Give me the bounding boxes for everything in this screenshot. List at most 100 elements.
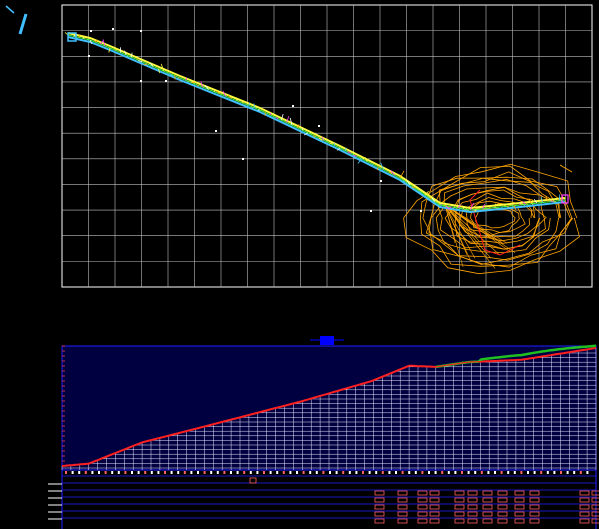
band-marker xyxy=(520,471,523,474)
band-marker xyxy=(447,471,450,474)
band-marker xyxy=(183,471,186,474)
plan-view xyxy=(61,4,593,288)
band-marker xyxy=(78,471,81,474)
band-marker xyxy=(375,471,378,474)
survey-point xyxy=(242,158,244,160)
band-marker xyxy=(494,471,496,474)
band-annotation xyxy=(454,518,465,524)
band-marker xyxy=(203,471,206,474)
band-marker xyxy=(421,471,424,474)
survey-point xyxy=(140,30,142,32)
survey-point xyxy=(370,210,372,212)
band-marker xyxy=(454,471,457,474)
band-marker xyxy=(65,471,67,474)
band-marker xyxy=(579,471,582,474)
band-annotation xyxy=(397,511,408,517)
profile-view xyxy=(61,336,597,471)
band-marker xyxy=(236,471,239,474)
band-annotation xyxy=(514,518,525,524)
alignment-centerline xyxy=(67,34,566,211)
band-marker xyxy=(441,471,444,474)
band-annotation xyxy=(514,497,525,503)
band-annotation xyxy=(429,504,440,510)
band-marker xyxy=(263,471,265,474)
cad-drawing-canvas[interactable] xyxy=(0,0,599,529)
band-marker xyxy=(487,471,490,474)
band-marker xyxy=(150,471,153,474)
band-annotation xyxy=(467,504,478,510)
band-marker xyxy=(540,471,543,474)
north-arrow-stroke xyxy=(5,5,15,14)
band-marker xyxy=(256,471,259,474)
survey-point xyxy=(90,30,92,32)
band-annotation xyxy=(579,490,590,496)
alignment-edge xyxy=(67,36,566,214)
band-marker xyxy=(309,471,312,474)
band-marker xyxy=(553,471,556,474)
band-marker xyxy=(428,471,430,474)
terrain-contours xyxy=(403,163,580,275)
band-marker xyxy=(216,471,219,474)
band-annotation xyxy=(397,504,408,510)
survey-point xyxy=(292,105,294,107)
band-annotation xyxy=(374,490,385,496)
band-marker xyxy=(434,471,437,474)
band-annotation xyxy=(454,511,465,517)
band-annotation xyxy=(417,518,428,524)
band-marker xyxy=(507,471,510,474)
band-marker xyxy=(586,471,589,474)
band-marker xyxy=(117,471,120,474)
band-marker xyxy=(474,471,477,474)
band-annotation xyxy=(579,511,590,517)
band-annotation xyxy=(454,497,465,503)
band-marker xyxy=(560,471,562,474)
band-annotation xyxy=(497,511,508,517)
band-annotation xyxy=(514,490,525,496)
band-marker xyxy=(527,471,529,474)
band-annotation xyxy=(397,518,408,524)
band-marker xyxy=(388,471,391,474)
contour-line xyxy=(559,164,573,173)
band-marker xyxy=(282,471,285,474)
band-marker xyxy=(573,471,576,474)
feature-tick xyxy=(115,49,117,51)
band-marker xyxy=(137,471,140,474)
band-marker xyxy=(315,471,318,474)
band-marker xyxy=(546,471,549,474)
feature-tick xyxy=(174,75,176,80)
band-marker xyxy=(131,471,133,474)
band-annotation xyxy=(454,504,465,510)
band-marker xyxy=(84,471,87,474)
band-annotation xyxy=(579,518,590,524)
band-annotation xyxy=(529,497,540,503)
band-annotation xyxy=(579,497,590,503)
band-marker xyxy=(381,471,384,474)
band-marker xyxy=(480,471,483,474)
feature-tick xyxy=(275,117,279,120)
band-annotation xyxy=(454,490,465,496)
band-marker xyxy=(104,471,107,474)
band-annotation xyxy=(417,504,428,510)
band-marker xyxy=(249,471,252,474)
band-annotation xyxy=(374,511,385,517)
band-marker xyxy=(98,471,100,474)
survey-point xyxy=(215,130,217,132)
band-marker xyxy=(177,471,180,474)
band-marker xyxy=(395,471,397,474)
band-annotation xyxy=(529,504,540,510)
band-annotation xyxy=(417,497,428,503)
band-marker xyxy=(368,471,371,474)
band-marker xyxy=(210,471,213,474)
band-annotation xyxy=(374,497,385,503)
plan-grid xyxy=(62,5,592,287)
band-annotation xyxy=(467,518,478,524)
band-annotation xyxy=(397,490,408,496)
band-annotation xyxy=(497,518,508,524)
band-marker xyxy=(342,471,345,474)
survey-point xyxy=(88,55,90,57)
band-marker xyxy=(322,471,325,474)
band-marker xyxy=(269,471,272,474)
band-marker xyxy=(500,471,503,474)
band-annotation xyxy=(397,497,408,503)
band-marker xyxy=(111,471,114,474)
